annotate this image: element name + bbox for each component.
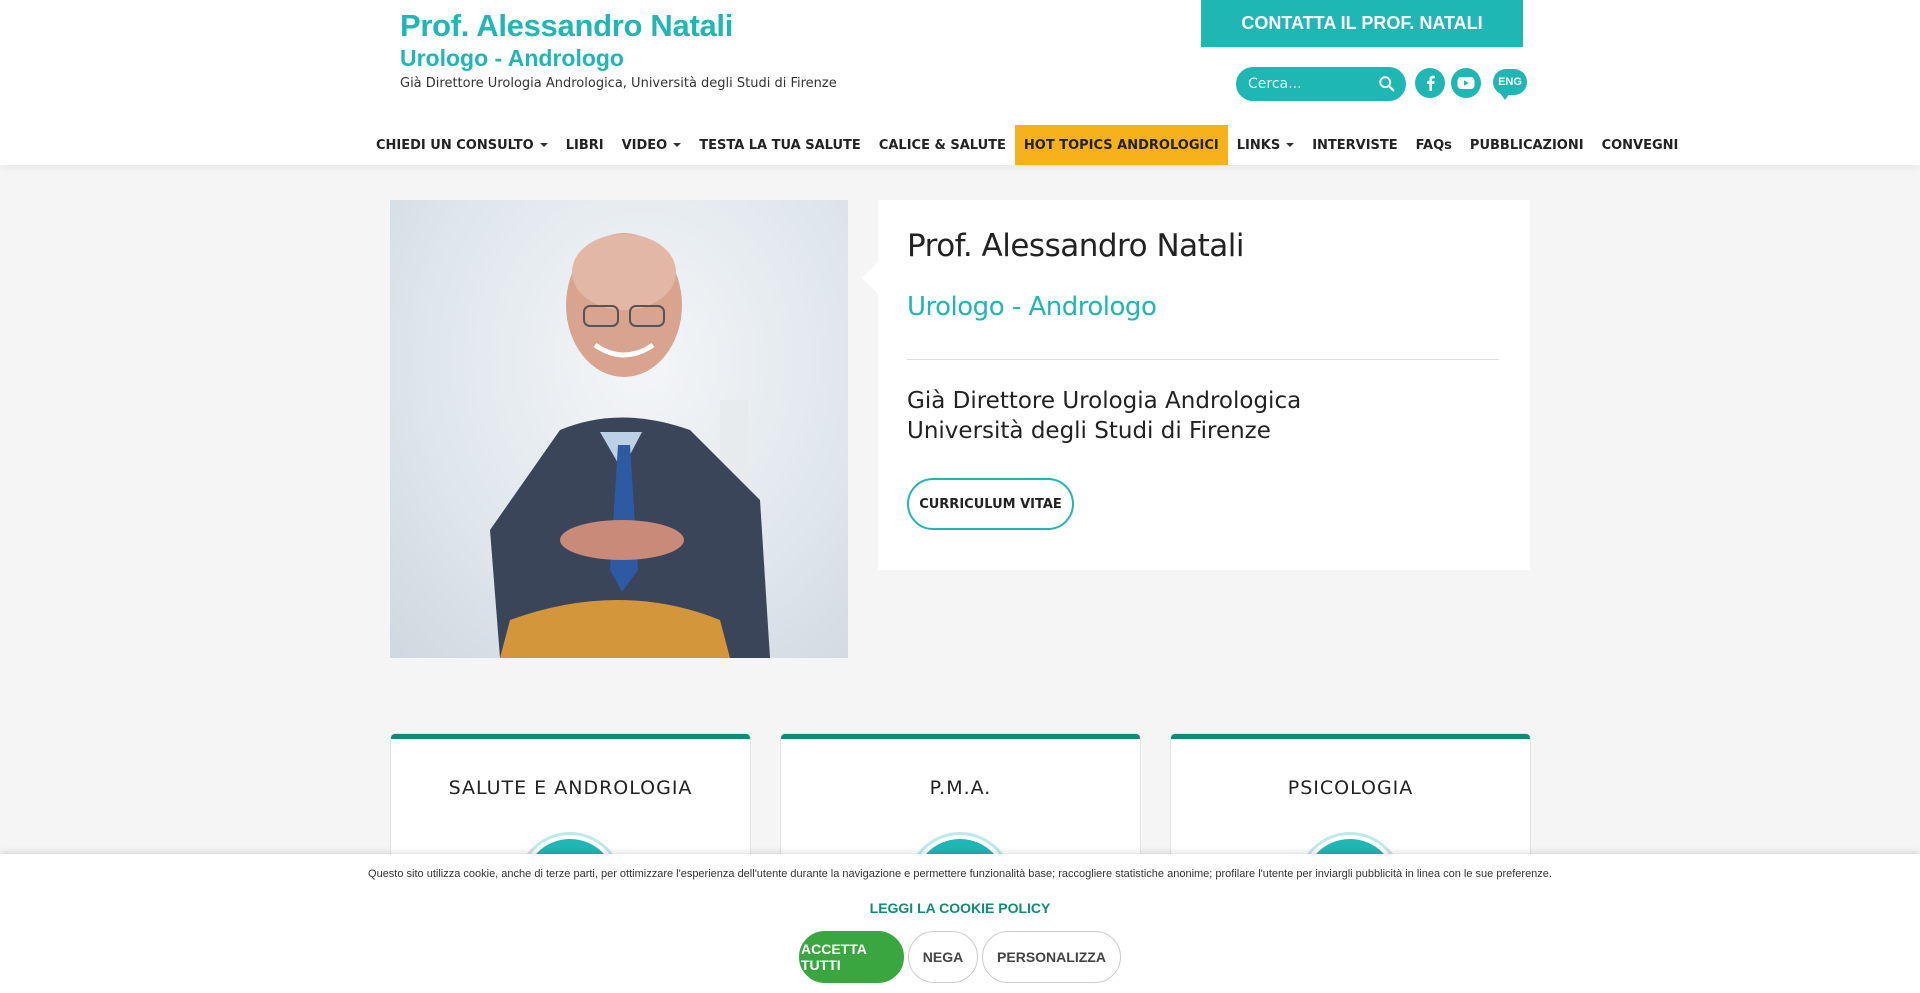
search-icon[interactable]	[1378, 75, 1396, 93]
facebook-icon	[1427, 75, 1435, 91]
main-nav: CHIEDI UN CONSULTO LIBRI VIDEO TESTA LA …	[367, 125, 1687, 165]
search-box	[1236, 67, 1406, 101]
brand-description: Già Direttore Urologia Andrologica, Univ…	[400, 76, 837, 91]
nav-item-testa-la-tua-salute[interactable]: TESTA LA TUA SALUTE	[690, 125, 870, 165]
caret-down-icon	[673, 143, 682, 147]
nav-item-interviste[interactable]: INTERVISTE	[1303, 125, 1406, 165]
caret-down-icon	[1286, 143, 1295, 147]
nav-item-links[interactable]: LINKS	[1228, 125, 1303, 165]
category-title: P.M.A.	[929, 777, 992, 799]
cookie-banner: Questo sito utilizza cookie, anche di te…	[0, 854, 1920, 993]
nav-item-video[interactable]: VIDEO	[613, 125, 691, 165]
nav-item-pubblicazioni[interactable]: PUBBLICAZIONI	[1461, 125, 1593, 165]
cookie-text: Questo sito utilizza cookie, anche di te…	[368, 868, 1552, 880]
accept-all-button[interactable]: ACCETTA TUTTI	[799, 931, 904, 983]
nav-item-faqs[interactable]: FAQs	[1407, 125, 1461, 165]
nav-item-chiedi-un-consulto[interactable]: CHIEDI UN CONSULTO	[367, 125, 557, 165]
search-input[interactable]	[1248, 76, 1366, 92]
category-title: PSICOLOGIA	[1287, 777, 1414, 799]
nav-item-convegni[interactable]: CONVEGNI	[1593, 125, 1688, 165]
youtube-button[interactable]	[1451, 68, 1481, 98]
facebook-button[interactable]	[1415, 68, 1445, 98]
caret-down-icon	[539, 143, 548, 147]
profile-photo	[390, 200, 848, 658]
nav-item-calice-salute[interactable]: CALICE & SALUTE	[870, 125, 1015, 165]
youtube-icon	[1457, 77, 1475, 89]
brand-subtitle: Urologo - Andrologo	[400, 45, 624, 71]
deny-button[interactable]: NEGA	[908, 931, 978, 983]
profile-name: Prof. Alessandro Natali	[907, 228, 1245, 264]
contact-button[interactable]: CONTATTA IL PROF. NATALI	[1201, 0, 1523, 47]
portrait-illustration	[490, 233, 770, 658]
nav-item-libri[interactable]: LIBRI	[557, 125, 613, 165]
category-title: SALUTE E ANDROLOGIA	[448, 777, 693, 799]
language-toggle[interactable]: ENG	[1493, 69, 1527, 100]
cookie-policy-link[interactable]: LEGGI LA COOKIE POLICY	[0, 900, 1920, 916]
profile-card: Prof. Alessandro Natali Urologo - Androl…	[862, 200, 1530, 570]
customize-button[interactable]: PERSONALIZZA	[982, 931, 1121, 983]
divider	[907, 359, 1499, 360]
profile-description: Già Direttore Urologia Andrologica Unive…	[907, 388, 1302, 444]
nav-item-hot-topics[interactable]: HOT TOPICS ANDROLOGICI	[1014, 125, 1228, 165]
curriculum-vitae-button[interactable]: CURRICULUM VITAE	[907, 478, 1074, 530]
site-header: Prof. Alessandro Natali Urologo - Androl…	[0, 0, 1920, 165]
cookie-buttons: ACCETTA TUTTI NEGA PERSONALIZZA	[0, 931, 1920, 983]
brand-name[interactable]: Prof. Alessandro Natali	[400, 8, 733, 44]
profile-role: Urologo - Andrologo	[907, 292, 1157, 322]
